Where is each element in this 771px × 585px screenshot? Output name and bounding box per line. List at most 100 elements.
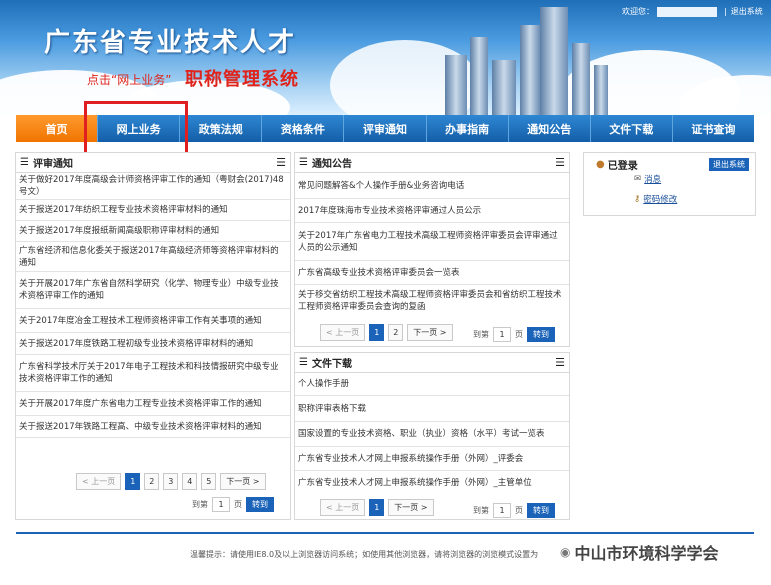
page-input[interactable]: 1 — [493, 327, 511, 342]
nav-certificate-query[interactable]: 证书查询 — [673, 115, 754, 142]
downloads-panel: ☰ 文件下载 ☰ 个人操作手册 职称评审表格下载 国家设置的专业技术资格、职业（… — [294, 352, 570, 520]
list-item[interactable]: 广东省专业技术人才网上申报系统操作手册（外网）_评委会 — [295, 447, 569, 471]
goto-label: 到第 — [473, 330, 489, 339]
go-button[interactable]: 转到 — [527, 327, 555, 342]
prev-page-button[interactable]: < 上一页 — [320, 324, 366, 341]
goto-label: 到第 — [192, 500, 208, 509]
welcome-text: 欢迎您： — [622, 7, 654, 16]
more-menu-icon[interactable]: ☰ — [555, 156, 565, 169]
watermark-text: 中山市环境科学学会 — [574, 544, 719, 563]
prev-page-button[interactable]: < 上一页 — [320, 499, 366, 516]
nav-guide[interactable]: 办事指南 — [427, 115, 509, 142]
list-item[interactable]: 关于报送2017年度铁路工程初级专业技术资格评审材料的通知 — [16, 333, 290, 355]
nav-policies[interactable]: 政策法规 — [180, 115, 263, 142]
list-item[interactable]: 国家设置的专业技术资格、职业（执业）资格（水平）考试一览表 — [295, 422, 569, 447]
prev-page-button[interactable]: < 上一页 — [76, 473, 122, 490]
footer-tip: 温馨提示：请使用IE8.0及以上浏览器访问系统；如使用其他浏览器，请将浏览器的浏… — [190, 550, 539, 559]
panel-header: ☰ 文件下载 ☰ — [295, 353, 569, 373]
page-button[interactable]: 1 — [125, 473, 141, 490]
page-unit-label: 页 — [515, 330, 523, 339]
go-button[interactable]: 转到 — [246, 497, 274, 512]
building-decoration — [572, 43, 590, 115]
system-name: 职称管理系统 — [185, 69, 299, 90]
list-item[interactable]: 常见问题解答&个人操作手册&业务咨询电话 — [295, 173, 569, 199]
separator: | — [724, 7, 727, 16]
pagination: < 上一页 1 2 下一页 > — [320, 324, 453, 341]
list-item[interactable]: 关于移交省纺织工程技术高级工程师资格评审委员会和省纺织工程技术工程师资格评审委员… — [295, 285, 569, 317]
list-item[interactable]: 广东省高级专业技术资格评审委员会一览表 — [295, 261, 569, 285]
building-decoration — [594, 65, 608, 115]
list-item[interactable]: 关于报送2017年纺织工程专业技术资格评审材料的通知 — [16, 200, 290, 221]
top-user-bar: 欢迎您： | 退出系统 — [622, 5, 763, 18]
nav-review-notices[interactable]: 评审通知 — [344, 115, 427, 142]
list-item[interactable]: 职称评审表格下载 — [295, 396, 569, 422]
panel-title: 评审通知 — [32, 159, 73, 170]
key-icon: ⚷ — [634, 194, 641, 204]
page-button[interactable]: 3 — [163, 473, 179, 490]
more-menu-icon[interactable]: ☰ — [555, 356, 565, 369]
list-item[interactable]: 关于开展2017年度广东省电力工程专业技术资格评审工作的通知 — [16, 392, 290, 416]
list-item[interactable]: 关于做好2017年度高级会计师资格评审工作的通知（粤财会(2017)48号文） — [16, 173, 290, 200]
announcements-panel: ☰ 通知公告 ☰ 常见问题解答&个人操作手册&业务咨询电话 2017年度珠海市专… — [294, 152, 570, 347]
message-label: 消息 — [644, 175, 662, 185]
message-link[interactable]: ✉ 消息 — [634, 173, 661, 185]
watermark: ◉ 中山市环境科学学会 — [560, 540, 719, 564]
footer-divider — [16, 532, 754, 534]
go-button[interactable]: 转到 — [527, 503, 555, 518]
page-unit-label: 页 — [515, 506, 523, 515]
list-item[interactable]: 关于报送2017年铁路工程高、中级专业技术资格评审材料的通知 — [16, 416, 290, 438]
user-panel: ● 已登录 退出系统 ✉ 消息 ⚷ 密码修改 — [583, 152, 756, 216]
nav-qualifications[interactable]: 资格条件 — [262, 115, 345, 142]
more-menu-icon[interactable]: ☰ — [276, 156, 286, 169]
nav-downloads[interactable]: 文件下载 — [591, 115, 673, 142]
envelope-icon: ✉ — [634, 174, 642, 184]
review-notices-panel: ☰ 评审通知 ☰ 关于做好2017年度高级会计师资格评审工作的通知（粤财会(20… — [15, 152, 291, 520]
panel-header: ☰ 通知公告 ☰ — [295, 153, 569, 173]
page-unit-label: 页 — [234, 500, 242, 509]
login-status: ● 已登录 — [596, 157, 638, 172]
site-title: 广东省专业技术人才 — [44, 28, 297, 58]
login-status-text: 已登录 — [607, 161, 638, 172]
hint-text: 点击“网上业务” — [87, 73, 172, 87]
goto-page: 到第 1 页 转到 — [192, 497, 274, 512]
username-mask — [657, 6, 717, 17]
logout-link[interactable]: 退出系统 — [731, 6, 763, 17]
list-item[interactable]: 关于2017年度冶金工程技术工程师资格评审工作有关事项的通知 — [16, 309, 290, 333]
page-input[interactable]: 1 — [493, 503, 511, 518]
next-page-button[interactable]: 下一页 > — [388, 499, 434, 516]
page-button[interactable]: 2 — [144, 473, 160, 490]
building-decoration — [445, 55, 467, 115]
goto-page: 到第 1 页 转到 — [473, 327, 555, 342]
change-password-link[interactable]: ⚷ 密码修改 — [634, 193, 677, 205]
list-item[interactable]: 广东省专业技术人才网上申报系统操作手册（外网）_主管单位 — [295, 471, 569, 494]
list-item[interactable]: 广东省经济和信息化委关于报送2017年高级经济师等资格评审材料的通知 — [16, 242, 290, 272]
page-button[interactable]: 1 — [369, 499, 385, 516]
header-banner: 广东省专业技术人才 点击“网上业务” 职称管理系统 欢迎您： | 退出系统 — [0, 0, 771, 115]
goto-page: 到第 1 页 转到 — [473, 503, 555, 518]
building-decoration — [470, 37, 488, 115]
highlight-box — [84, 101, 188, 155]
goto-label: 到第 — [473, 506, 489, 515]
list-icon: ☰ — [299, 157, 308, 168]
wechat-icon: ◉ — [560, 545, 571, 559]
page-button[interactable]: 5 — [201, 473, 217, 490]
list-item[interactable]: 关于开展2017年广东省自然科学研究（化学、物理专业）中级专业技术资格评审工作的… — [16, 272, 290, 309]
building-decoration — [520, 25, 540, 115]
list-item[interactable]: 2017年度珠海市专业技术资格评审通过人员公示 — [295, 199, 569, 223]
building-decoration — [492, 60, 516, 115]
logout-button[interactable]: 退出系统 — [709, 158, 749, 171]
change-password-label: 密码修改 — [643, 195, 678, 205]
list-item[interactable]: 个人操作手册 — [295, 373, 569, 396]
user-icon: ● — [596, 159, 605, 170]
page-button[interactable]: 2 — [388, 324, 404, 341]
page-input[interactable]: 1 — [212, 497, 230, 512]
page-button[interactable]: 4 — [182, 473, 198, 490]
panel-header: ☰ 评审通知 ☰ — [16, 153, 290, 173]
next-page-button[interactable]: 下一页 > — [407, 324, 453, 341]
next-page-button[interactable]: 下一页 > — [220, 473, 266, 490]
list-item[interactable]: 广东省科学技术厅关于2017年电子工程技术和科技情报研究中级专业技术资格评审工作… — [16, 355, 290, 392]
nav-announcements[interactable]: 通知公告 — [509, 115, 591, 142]
list-item[interactable]: 关于2017年广东省电力工程技术高级工程师资格评审委员会评审通过人员的公示通知 — [295, 223, 569, 261]
page-button[interactable]: 1 — [369, 324, 385, 341]
list-item[interactable]: 关于报送2017年度报纸新闻高级职称评审材料的通知 — [16, 221, 290, 242]
